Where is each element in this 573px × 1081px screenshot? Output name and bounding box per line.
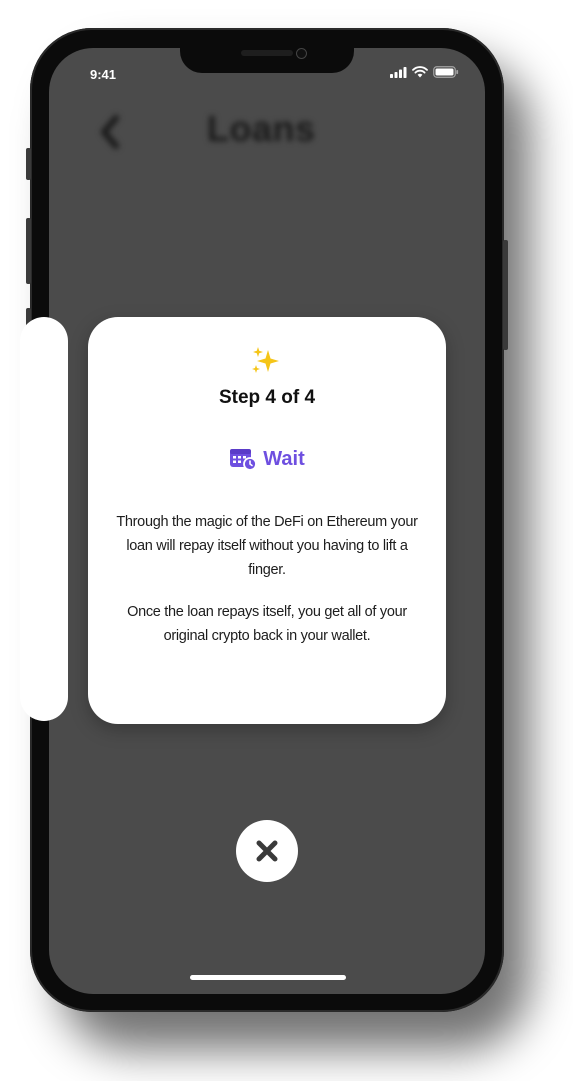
status-icons: [390, 66, 459, 78]
battery-icon: [433, 66, 459, 78]
power-button: [503, 240, 508, 350]
previous-step-card[interactable]: [20, 317, 68, 721]
calendar-clock-icon: [230, 449, 258, 471]
mute-switch: [26, 148, 31, 180]
status-time: 9:41: [90, 67, 117, 82]
app-stage: Loans 9:41 Step 4 of 4 Wait Through the …: [0, 0, 573, 1081]
wifi-icon: [412, 66, 428, 78]
step-note: Once the loan repays itself, you get all…: [127, 604, 407, 644]
notch: [180, 41, 354, 73]
chevron-left-icon: [101, 115, 119, 149]
home-indicator[interactable]: [190, 975, 346, 980]
volume-up-button: [26, 218, 31, 284]
step-card: Step 4 of 4 Wait Through the magic of th…: [88, 317, 446, 724]
page-title: Loans: [207, 108, 316, 149]
sparkles-icon: [252, 347, 279, 373]
back-button[interactable]: [96, 112, 124, 159]
close-button[interactable]: [236, 820, 298, 882]
close-icon: [256, 840, 278, 862]
signal-bars-icon: [390, 66, 407, 78]
step-description: Through the magic of the DeFi on Ethereu…: [116, 514, 418, 578]
speaker: [241, 50, 293, 56]
step-action: Wait: [88, 447, 446, 471]
step-title: Step 4 of 4: [218, 387, 316, 408]
front-camera: [296, 48, 307, 59]
step-action-label: Wait: [263, 447, 305, 470]
